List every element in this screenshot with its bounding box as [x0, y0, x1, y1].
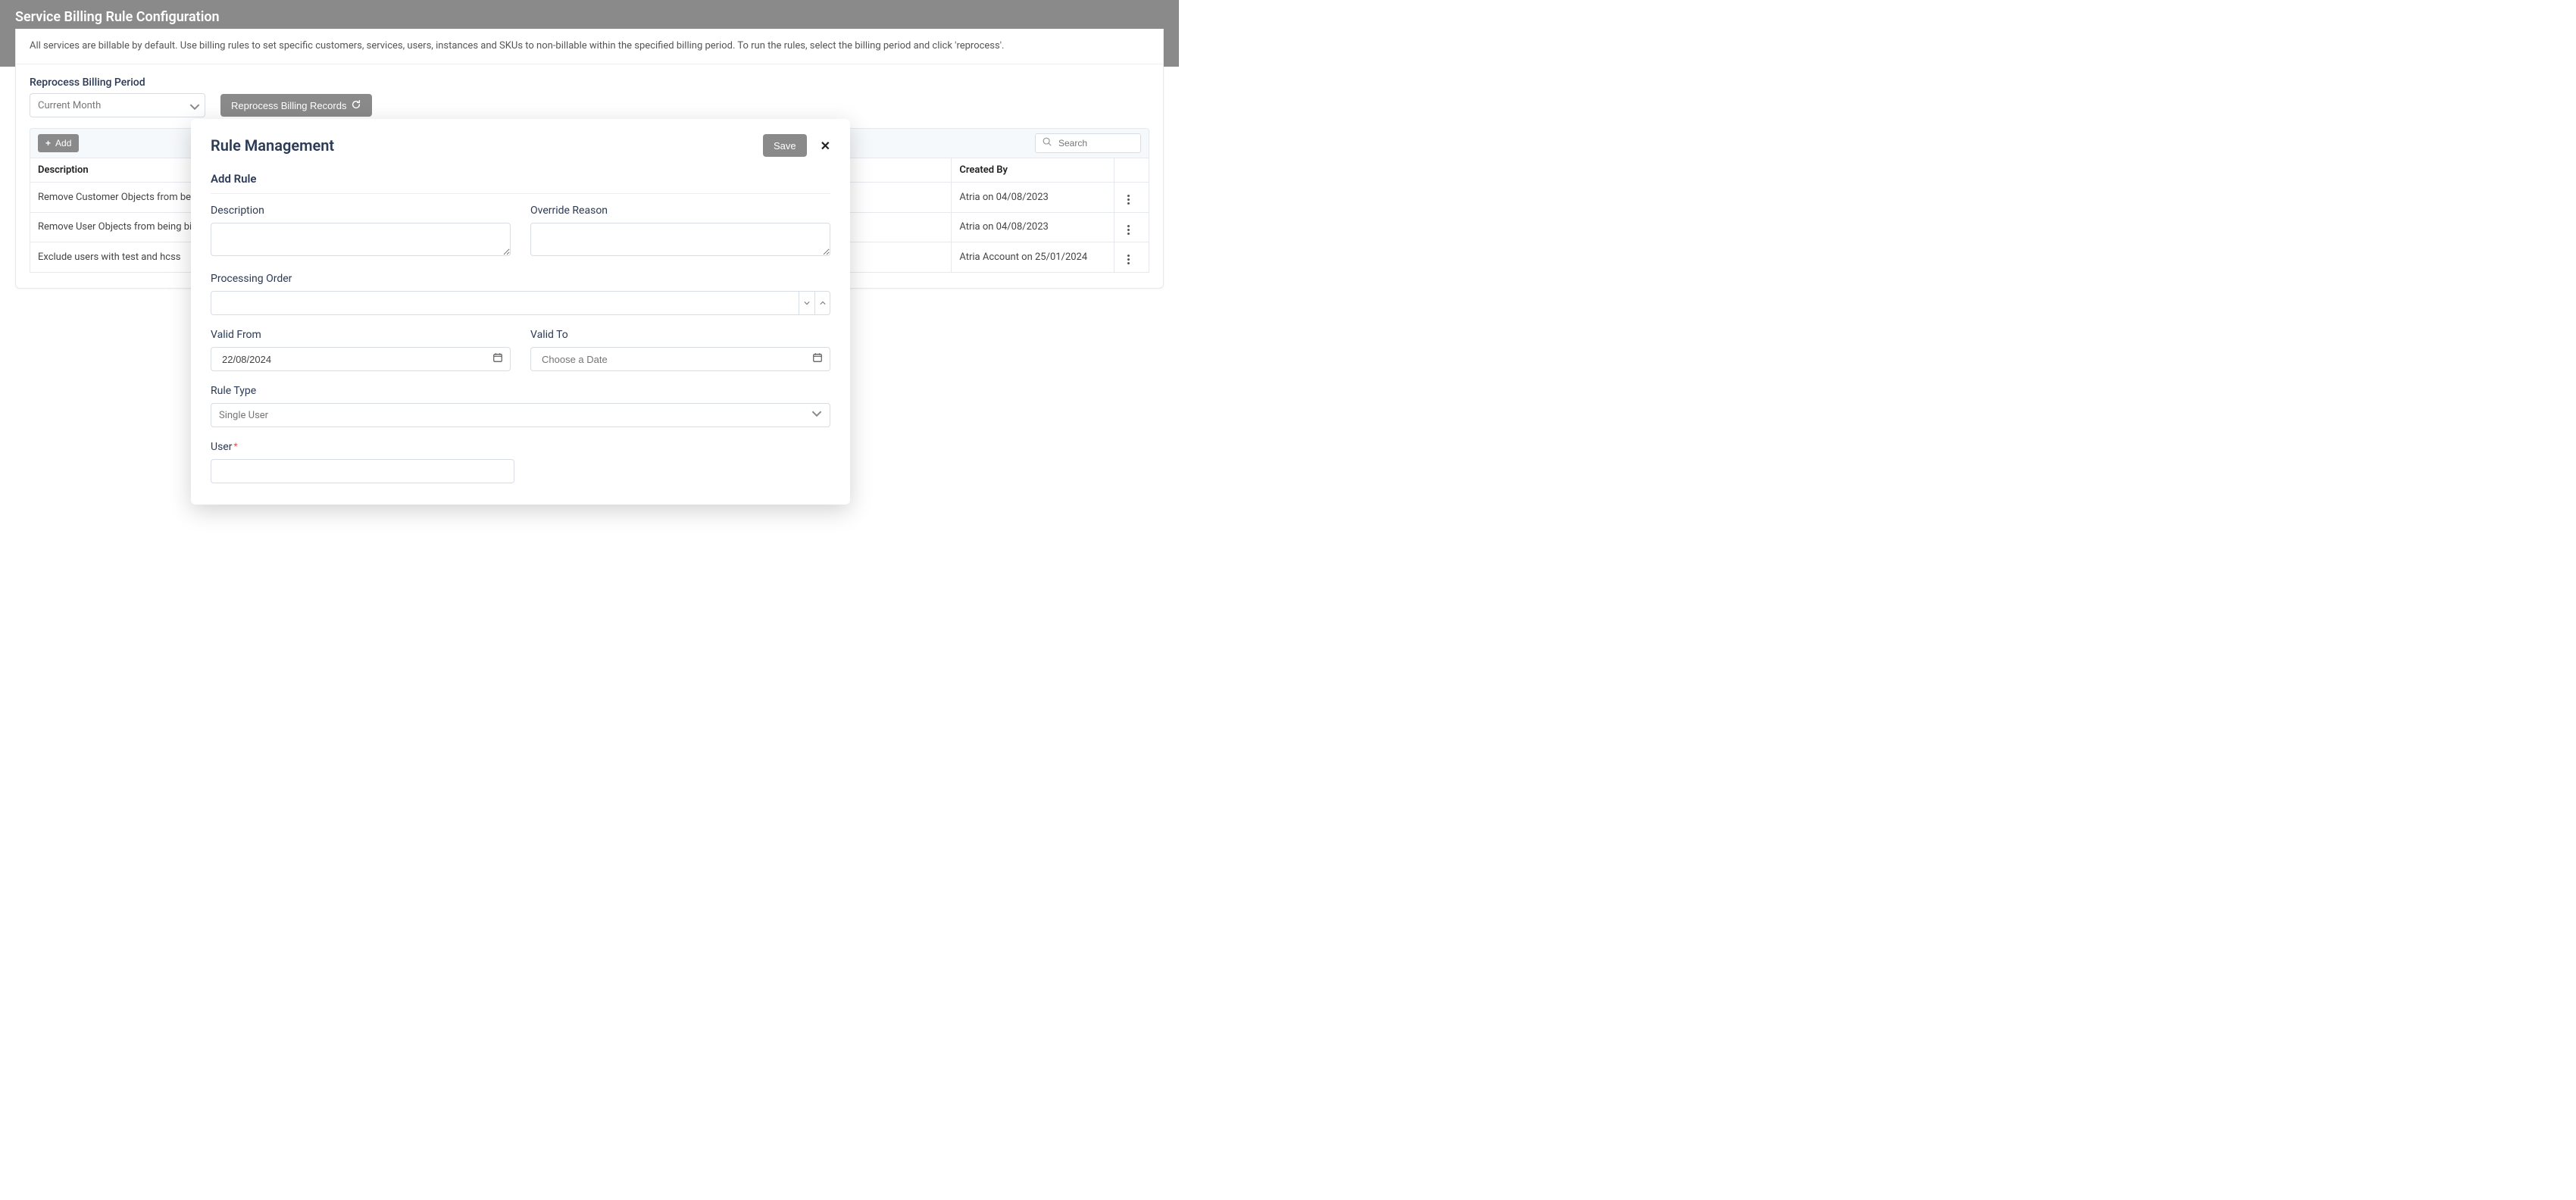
save-button-label: Save	[774, 140, 796, 152]
search-input[interactable]	[1057, 137, 1134, 149]
cell-created-by: Atria on 04/08/2023	[952, 183, 1114, 213]
refresh-icon	[351, 99, 361, 112]
processing-order-input[interactable]	[211, 291, 830, 315]
row-menu-icon[interactable]	[1122, 254, 1134, 266]
processing-order-label: Processing Order	[211, 273, 830, 285]
billing-period-value: Current Month	[38, 100, 101, 111]
add-rule-button[interactable]: + Add	[38, 134, 79, 152]
rule-type-label: Rule Type	[211, 385, 830, 397]
search-icon	[1042, 136, 1052, 150]
page-title: Service Billing Rule Configuration	[15, 6, 1164, 25]
calendar-icon[interactable]	[492, 352, 503, 366]
spinner-up-icon[interactable]	[814, 292, 830, 314]
calendar-icon[interactable]	[812, 352, 823, 366]
add-button-label: Add	[55, 138, 71, 148]
search-input-wrapper[interactable]	[1035, 133, 1141, 153]
reprocess-button-label: Reprocess Billing Records	[231, 100, 346, 111]
col-created-by[interactable]: Created By	[952, 158, 1114, 183]
billing-period-select[interactable]: Current Month	[30, 93, 205, 117]
cell-created-by: Atria on 04/08/2023	[952, 212, 1114, 242]
override-reason-input[interactable]	[530, 223, 830, 256]
reprocess-button[interactable]: Reprocess Billing Records	[220, 94, 372, 117]
required-asterisk: *	[233, 441, 237, 452]
valid-from-label: Valid From	[211, 329, 511, 341]
chevron-down-icon	[189, 102, 197, 109]
row-menu-icon[interactable]	[1122, 194, 1134, 206]
chevron-down-icon	[811, 408, 822, 422]
description-label: Description	[211, 205, 511, 217]
cell-created-by: Atria Account on 25/01/2024	[952, 242, 1114, 273]
rule-type-select[interactable]: Single User	[211, 403, 830, 427]
rule-type-value: Single User	[219, 410, 268, 421]
save-button[interactable]: Save	[763, 134, 807, 157]
close-icon[interactable]: ✕	[821, 139, 830, 153]
description-input[interactable]	[211, 223, 511, 256]
info-text: All services are billable by default. Us…	[16, 29, 1163, 64]
modal-subhead: Add Rule	[211, 164, 830, 194]
valid-from-input[interactable]	[211, 347, 511, 371]
reprocess-period-label: Reprocess Billing Period	[30, 77, 1149, 89]
rule-management-modal: Rule Management Save ✕ Add Rule Descript…	[191, 119, 850, 505]
col-actions	[1114, 158, 1149, 183]
user-input[interactable]	[211, 459, 514, 483]
row-menu-icon[interactable]	[1122, 223, 1134, 236]
spinner-down-icon[interactable]	[799, 292, 814, 314]
valid-to-input[interactable]	[530, 347, 830, 371]
plus-icon: +	[45, 138, 51, 148]
valid-to-label: Valid To	[530, 329, 830, 341]
user-label: User*	[211, 441, 514, 453]
override-reason-label: Override Reason	[530, 205, 830, 217]
modal-title: Rule Management	[211, 136, 334, 155]
